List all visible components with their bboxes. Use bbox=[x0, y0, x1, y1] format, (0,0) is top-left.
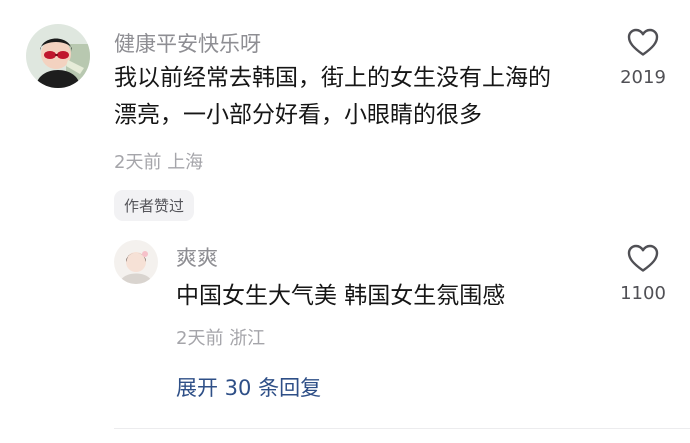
comment-text-line-2: 漂亮，一小部分好看，小眼睛的很多 bbox=[114, 102, 482, 128]
comment-text-line-1: 我以前经常去韩国，街上的女生没有上海的 bbox=[114, 65, 551, 91]
comment-meta: 2天前 上海 bbox=[114, 148, 203, 174]
comment-location: 上海 bbox=[167, 152, 204, 173]
avatar-image bbox=[26, 24, 90, 88]
comment-like-button[interactable]: 2019 bbox=[603, 28, 683, 88]
reply-time: 2天前 bbox=[176, 328, 224, 349]
reply-location: 浙江 bbox=[229, 328, 266, 349]
comment-time: 2天前 bbox=[114, 152, 162, 173]
divider bbox=[114, 428, 690, 429]
avatar[interactable] bbox=[26, 24, 90, 88]
reply-meta: 2天前 浙江 bbox=[176, 324, 265, 350]
reply-like-button[interactable]: 1100 bbox=[603, 244, 683, 304]
reply-avatar-image bbox=[114, 240, 158, 284]
reply-like-count: 1100 bbox=[620, 283, 666, 304]
author-liked-badge: 作者赞过 bbox=[114, 190, 195, 221]
reply-username[interactable]: 爽爽 bbox=[176, 242, 218, 272]
comment-username[interactable]: 健康平安快乐呀 bbox=[114, 28, 261, 58]
heart-outline-icon bbox=[627, 244, 659, 277]
reply-avatar[interactable] bbox=[114, 240, 158, 284]
expand-replies-link[interactable]: 展开 30 条回复 bbox=[176, 372, 321, 402]
comment-text: 我以前经常去韩国，街上的女生没有上海的 漂亮，一小部分好看，小眼睛的很多 bbox=[114, 60, 594, 134]
reply-text: 中国女生大气美 韩国女生氛围感 bbox=[176, 283, 506, 309]
heart-outline-icon bbox=[627, 28, 659, 61]
comment-like-count: 2019 bbox=[620, 67, 666, 88]
